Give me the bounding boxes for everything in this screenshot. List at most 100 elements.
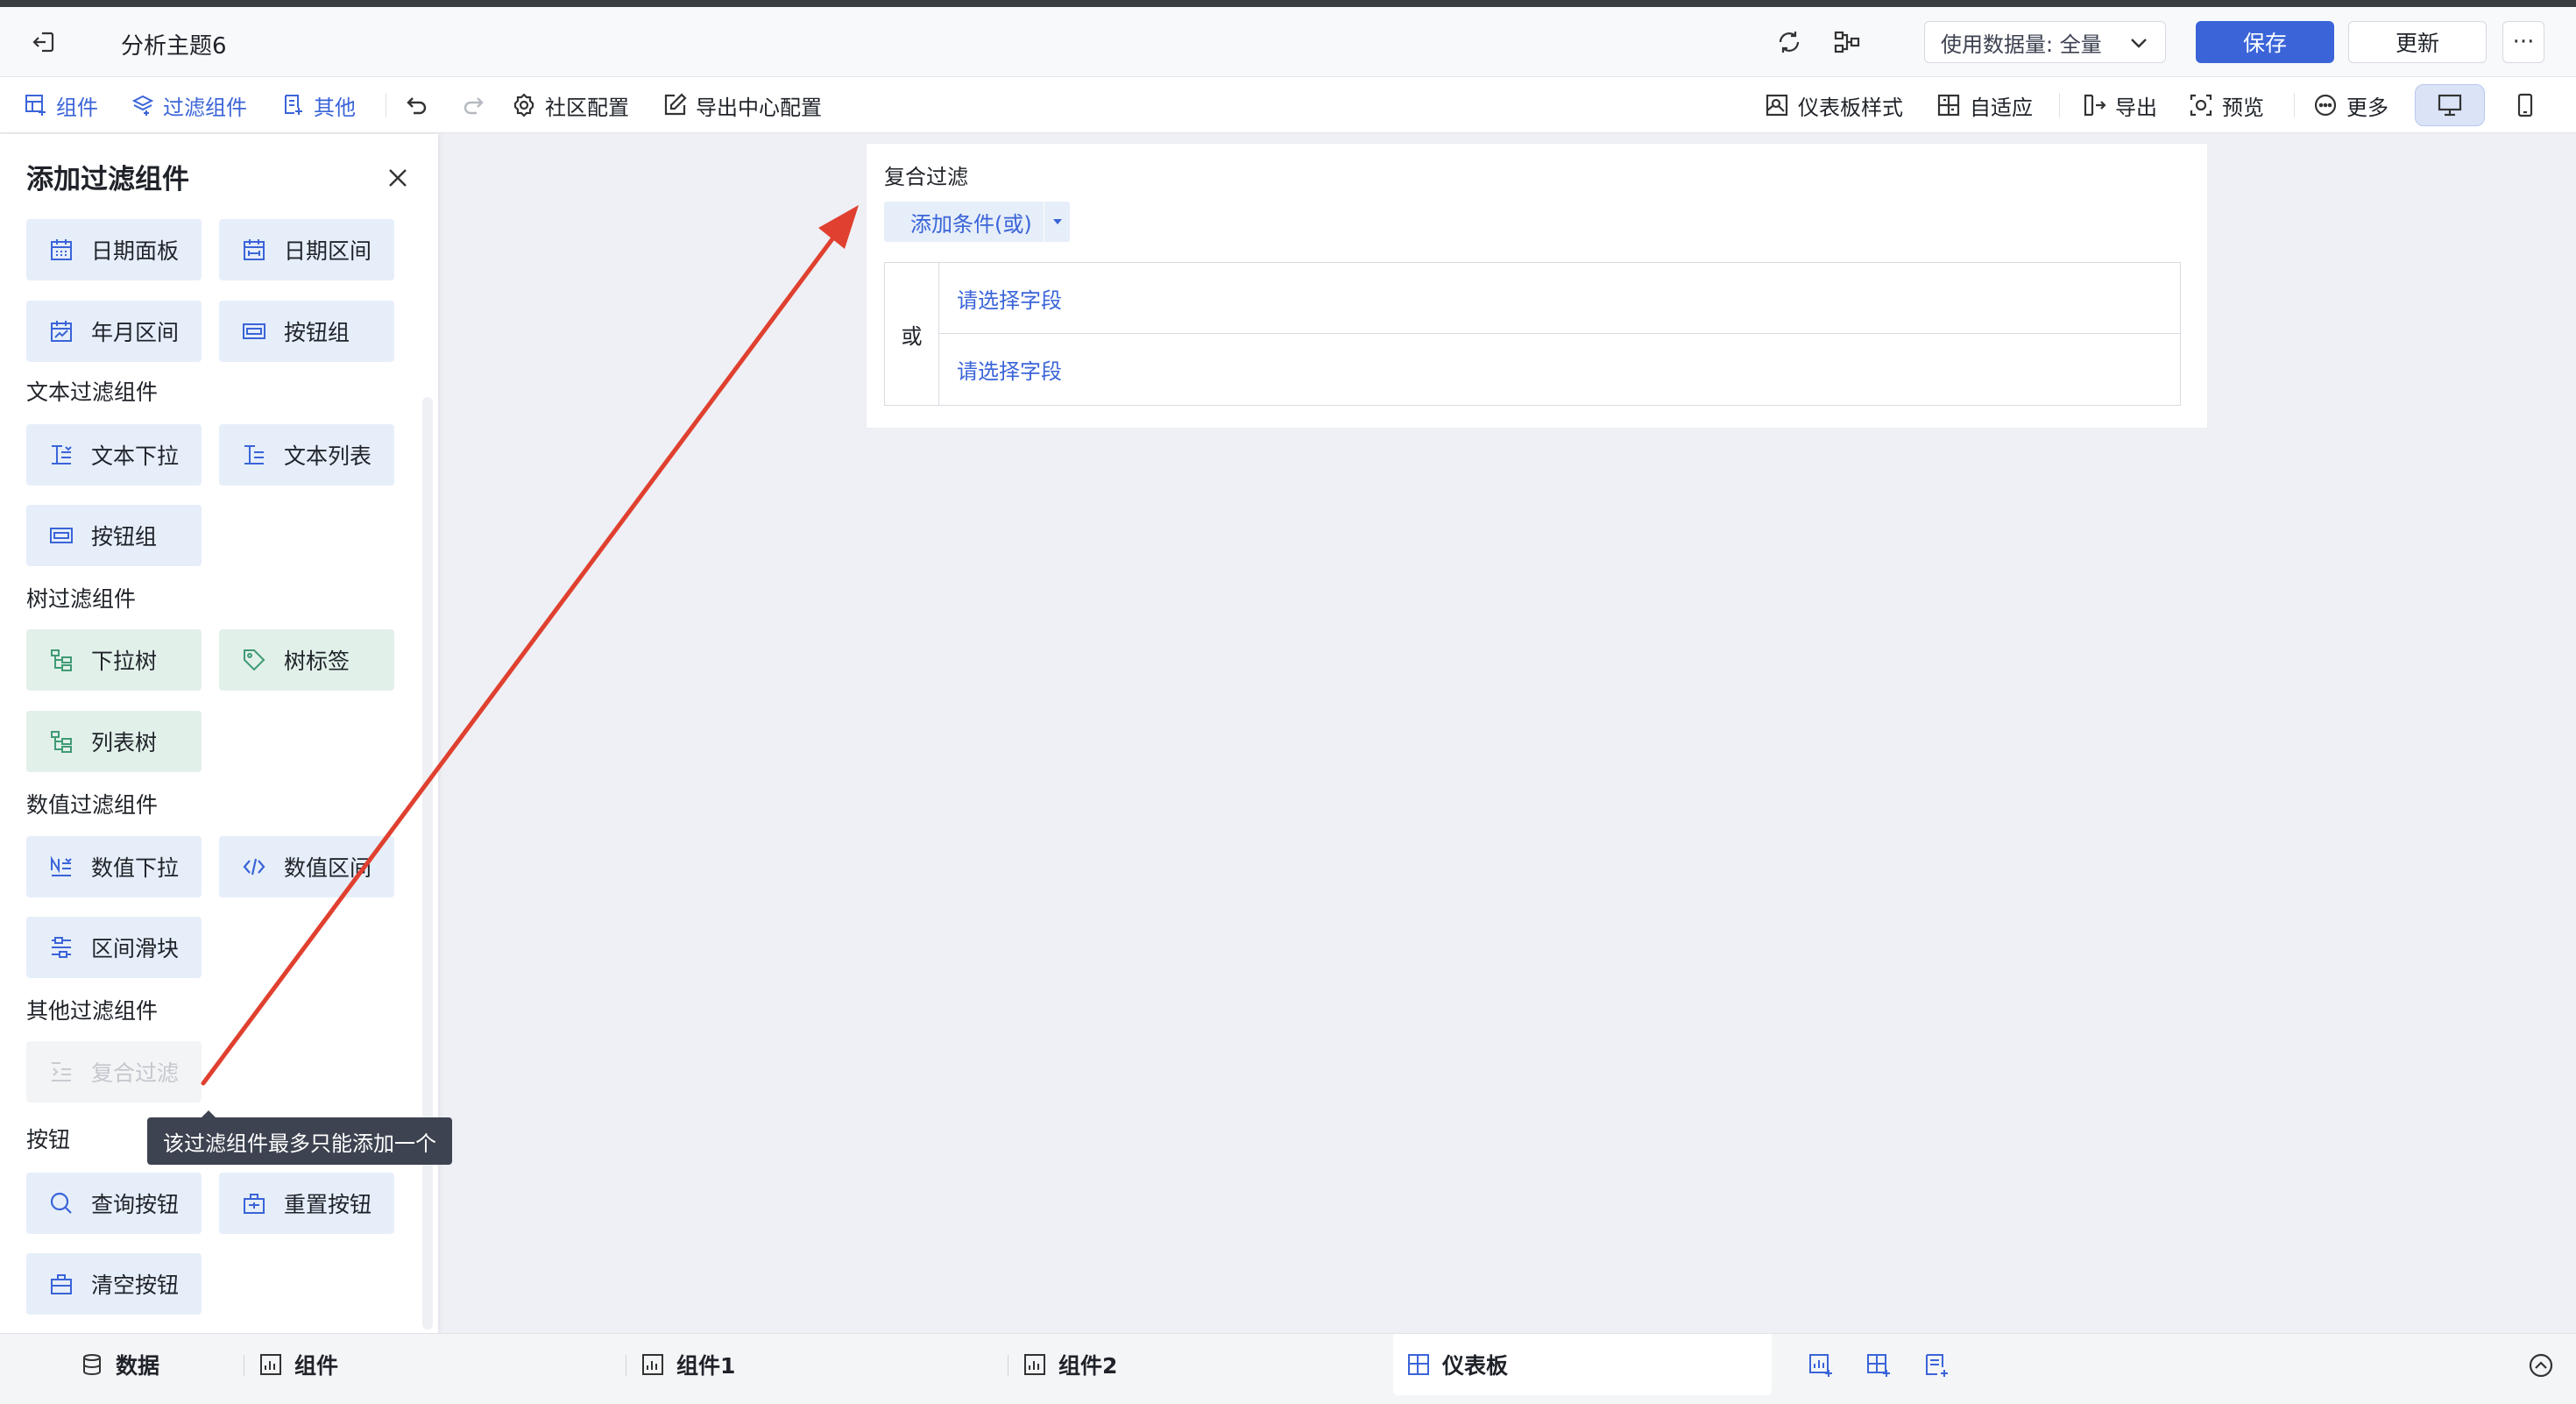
chart-icon — [1024, 1354, 1045, 1375]
dashboard-style-icon — [1766, 94, 1788, 117]
app-header: 分析主题6 使用数据量: 全量 保存 更新 ··· — [0, 7, 2576, 77]
community-config-button[interactable]: 社区配置 — [512, 77, 629, 133]
desktop-view-button[interactable] — [2415, 84, 2485, 126]
text-list-button[interactable]: 文本列表 — [219, 424, 394, 486]
composite-filter-button[interactable]: 复合过滤 — [26, 1041, 202, 1103]
tree-tag-button[interactable]: 树标签 — [219, 629, 394, 691]
number-dropdown-button[interactable]: 数值下拉 — [26, 836, 202, 897]
main-toolbar: 组件 过滤组件 其他 社区配置 导出中心配置 仪表板样式 自适应 导出 预览 更… — [0, 77, 2576, 133]
caret-down-icon[interactable] — [1044, 202, 1070, 242]
section-text-filter: 文本过滤组件 — [26, 379, 159, 405]
composite-filter-icon — [52, 1062, 71, 1081]
add-component-tab-icon[interactable] — [1805, 1350, 1836, 1381]
add-component-icon — [25, 95, 46, 116]
tab-component1[interactable]: 组件1 — [641, 1334, 735, 1395]
query-button[interactable]: 查询按钮 — [26, 1173, 202, 1234]
dropdown-tree-button[interactable]: 下拉树 — [26, 629, 202, 691]
section-buttons: 按钮 — [26, 1127, 71, 1152]
more-icon — [2314, 94, 2337, 117]
redo-icon[interactable] — [461, 77, 485, 133]
list-tree-button[interactable]: 列表树 — [26, 711, 202, 772]
refresh-icon[interactable] — [1773, 26, 1805, 58]
toolbar-divider — [2294, 93, 2295, 117]
toolbar-other[interactable]: 其他 — [282, 77, 356, 133]
chart-icon — [260, 1354, 281, 1375]
limit-tooltip: 该过滤组件最多只能添加一个 — [147, 1110, 452, 1165]
tab-data[interactable]: 数据 — [81, 1334, 159, 1395]
other-icon — [285, 95, 302, 115]
save-button[interactable]: 保存 — [2196, 21, 2334, 63]
code-icon — [243, 858, 265, 876]
section-tree-filter: 树过滤组件 — [26, 586, 137, 612]
tree-icon — [51, 731, 72, 753]
field-select-1[interactable]: 请选择字段 — [939, 263, 2180, 334]
composite-filter-widget[interactable]: 复合过滤 添加条件(或) 或 请选择字段 请选择字段 — [866, 143, 2208, 429]
add-dashboard-tab-icon[interactable] — [1863, 1350, 1894, 1381]
date-panel-button[interactable]: 日期面板 — [26, 219, 202, 280]
tab-dashboard[interactable]: 仪表板 — [1393, 1334, 1772, 1395]
lineage-icon[interactable] — [1831, 26, 1863, 58]
update-button[interactable]: 更新 — [2348, 21, 2487, 63]
bottom-tab-bar: 数据 组件 组件1 组件2 仪表板 — [0, 1333, 2576, 1404]
slider-icon — [52, 937, 71, 958]
button-group-icon — [50, 528, 73, 543]
number-range-button[interactable]: 数值区间 — [219, 836, 394, 897]
dashboard-icon — [1408, 1354, 1429, 1375]
button-group-icon — [243, 323, 265, 339]
tag-icon — [244, 649, 265, 671]
preview-icon — [2190, 94, 2212, 117]
monitor-icon — [2438, 94, 2462, 117]
adaptive-button[interactable]: 自适应 — [1936, 77, 2033, 133]
dashboard-style-button[interactable]: 仪表板样式 — [1765, 77, 1903, 133]
year-month-range-button[interactable]: 年月区间 — [26, 301, 202, 362]
chart-icon — [642, 1354, 663, 1375]
chevron-down-icon — [2128, 32, 2149, 59]
date-range-button[interactable]: 日期区间 — [219, 219, 394, 280]
toolbar-component[interactable]: 组件 — [25, 77, 98, 133]
text-dropdown-icon — [52, 445, 72, 464]
filter-component-icon — [131, 95, 154, 116]
preview-button[interactable]: 预览 — [2189, 77, 2264, 133]
toolbar-divider — [2059, 93, 2060, 117]
calendar-icon — [51, 239, 72, 260]
export-center-config-button[interactable]: 导出中心配置 — [662, 77, 822, 133]
page-title: 分析主题6 — [121, 33, 227, 60]
close-icon[interactable] — [379, 159, 417, 197]
panel-scrollbar[interactable] — [422, 397, 433, 1330]
window-top-strip — [0, 0, 2576, 7]
field-select-2[interactable]: 请选择字段 — [939, 334, 2180, 405]
export-button[interactable]: 导出 — [2082, 77, 2157, 133]
exit-icon[interactable] — [28, 26, 60, 58]
add-condition-button[interactable]: 添加条件(或) — [884, 202, 1070, 242]
range-slider-button[interactable]: 区间滑块 — [26, 917, 202, 978]
more-options-button[interactable]: ··· — [2502, 21, 2544, 63]
clear-button[interactable]: 清空按钮 — [26, 1253, 202, 1315]
section-number-filter: 数值过滤组件 — [26, 792, 159, 818]
panel-title: 添加过滤组件 — [26, 164, 189, 195]
reset-button[interactable]: 重置按钮 — [219, 1173, 394, 1234]
widget-title: 复合过滤 — [884, 165, 968, 189]
collapse-up-icon[interactable] — [2525, 1350, 2557, 1381]
data-usage-label: 使用数据量: 全量 — [1941, 32, 2102, 57]
calendar-range-icon — [244, 239, 265, 260]
toolbar-filter-component[interactable]: 过滤组件 — [131, 77, 247, 133]
tab-component[interactable]: 组件 — [259, 1334, 338, 1395]
search-icon — [50, 1192, 72, 1214]
text-button-group-button[interactable]: 按钮组 — [26, 505, 202, 566]
mobile-view-button[interactable] — [2490, 84, 2560, 126]
export-icon — [2084, 94, 2106, 117]
data-usage-select[interactable]: 使用数据量: 全量 — [1924, 21, 2166, 63]
tab-component2[interactable]: 组件2 — [1023, 1334, 1117, 1395]
undo-icon[interactable] — [405, 77, 429, 133]
gear-icon — [513, 93, 534, 117]
clear-icon — [51, 1274, 72, 1294]
date-button-group-button[interactable]: 按钮组 — [219, 301, 394, 362]
text-dropdown-button[interactable]: 文本下拉 — [26, 424, 202, 486]
add-condition-label: 添加条件(或) — [910, 211, 1032, 237]
more-button[interactable]: 更多 — [2313, 77, 2388, 133]
reset-icon — [244, 1194, 265, 1214]
add-report-tab-icon[interactable] — [1921, 1350, 1952, 1381]
condition-group: 或 请选择字段 请选择字段 — [884, 262, 2181, 406]
edit-icon — [664, 93, 687, 116]
calendar-chart-icon — [51, 321, 72, 342]
